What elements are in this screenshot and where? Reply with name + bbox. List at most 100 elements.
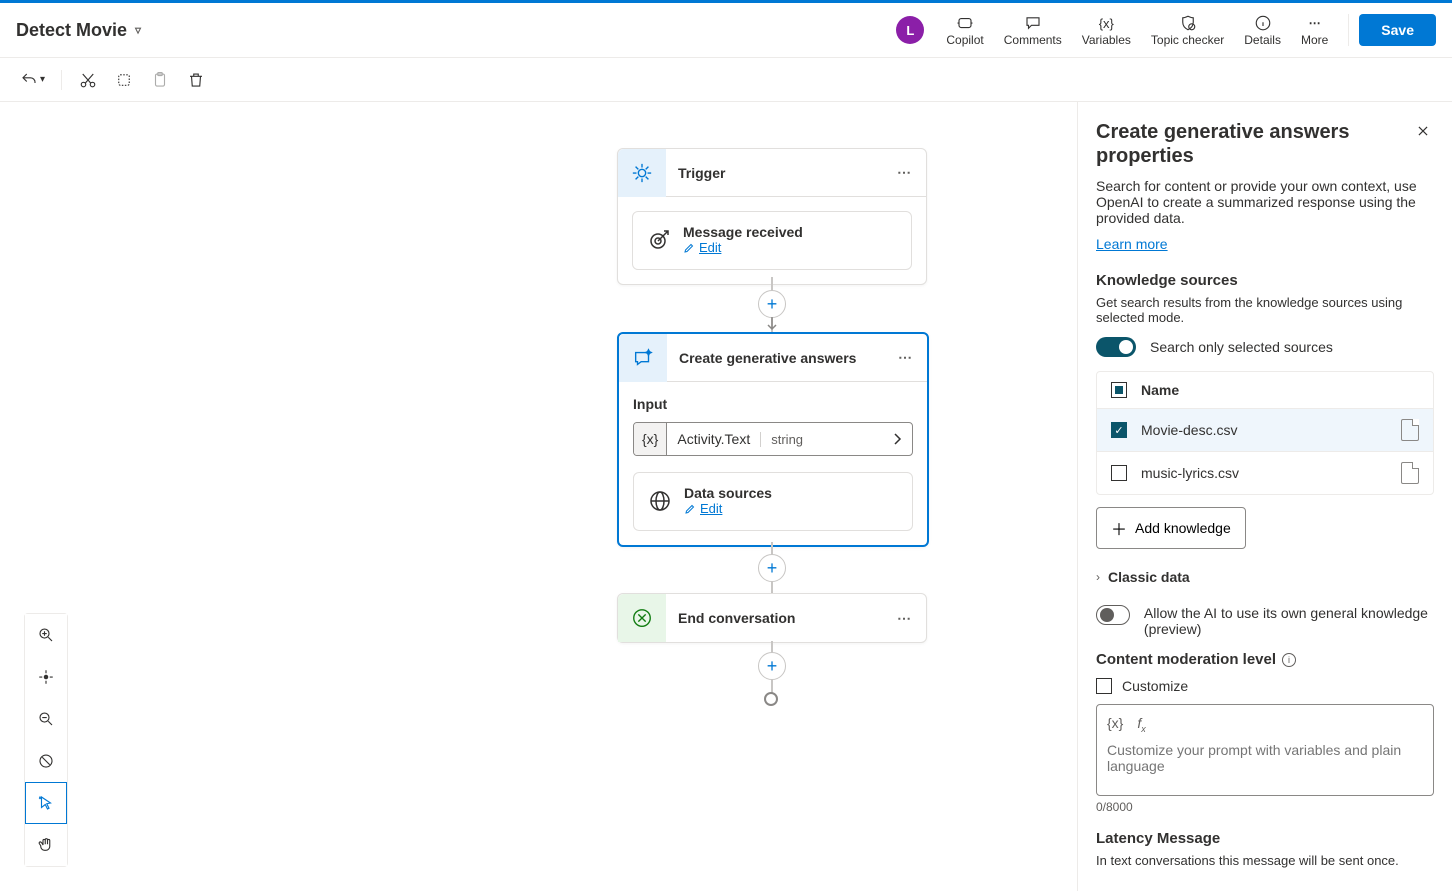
input-expand-button[interactable] bbox=[882, 432, 912, 446]
add-node-button-3[interactable]: + bbox=[758, 652, 786, 680]
input-label: Input bbox=[633, 396, 913, 412]
save-button[interactable]: Save bbox=[1359, 14, 1436, 46]
title-chevron-icon: ▿ bbox=[135, 23, 141, 37]
variable-name: Activity.Text bbox=[677, 431, 750, 447]
data-sources-card[interactable]: Data sources Edit bbox=[633, 472, 913, 531]
topic-checker-label: Topic checker bbox=[1151, 33, 1224, 47]
message-received-card[interactable]: Message received Edit bbox=[632, 211, 912, 270]
copilot-button[interactable]: Copilot bbox=[936, 9, 993, 51]
close-panel-button[interactable] bbox=[1412, 120, 1434, 142]
knowledge-sources-desc: Get search results from the knowledge so… bbox=[1096, 295, 1434, 325]
zoom-out-icon bbox=[37, 710, 55, 728]
zoom-in-icon bbox=[37, 626, 55, 644]
variables-button[interactable]: {x} Variables bbox=[1072, 9, 1141, 51]
zoom-fit-button[interactable] bbox=[25, 656, 67, 698]
chevron-right-icon bbox=[892, 432, 902, 446]
prompt-textarea[interactable] bbox=[1107, 742, 1423, 782]
end-more-button[interactable]: ⋯ bbox=[883, 610, 926, 627]
source-row[interactable]: Movie-desc.csv bbox=[1097, 408, 1433, 451]
end-conversation-node[interactable]: End conversation ⋯ bbox=[617, 593, 927, 643]
avatar[interactable]: L bbox=[896, 16, 924, 44]
zoom-reset-button[interactable] bbox=[25, 740, 67, 782]
page-title[interactable]: Detect Movie ▿ bbox=[16, 20, 141, 41]
more-button[interactable]: ⋯ More bbox=[1291, 9, 1338, 51]
source-checkbox[interactable] bbox=[1111, 422, 1127, 438]
classic-data-label: Classic data bbox=[1108, 569, 1190, 585]
variables-label: Variables bbox=[1082, 33, 1131, 47]
classic-data-toggle[interactable]: › Classic data bbox=[1096, 569, 1434, 585]
copilot-icon bbox=[955, 13, 975, 33]
trigger-more-button[interactable]: ⋯ bbox=[883, 164, 926, 181]
comments-icon bbox=[1023, 13, 1043, 33]
chevron-down-icon: ▾ bbox=[40, 74, 45, 85]
copy-icon bbox=[115, 71, 133, 89]
input-field[interactable]: {x} Activity.Text string bbox=[633, 422, 913, 456]
add-node-button-1[interactable]: + bbox=[758, 290, 786, 318]
reset-icon bbox=[37, 752, 55, 770]
comments-label: Comments bbox=[1004, 33, 1062, 47]
paste-button[interactable] bbox=[150, 70, 170, 90]
arrow-down-icon bbox=[766, 317, 778, 333]
variables-icon: {x} bbox=[1096, 13, 1116, 33]
details-button[interactable]: Details bbox=[1234, 9, 1291, 51]
data-sources-label: Data sources bbox=[684, 485, 898, 501]
properties-panel: Create generative answers properties Sea… bbox=[1077, 102, 1452, 891]
learn-more-link[interactable]: Learn more bbox=[1096, 236, 1168, 252]
trigger-edit-text: Edit bbox=[699, 240, 721, 255]
source-name: music-lyrics.csv bbox=[1141, 465, 1387, 481]
undo-icon bbox=[20, 71, 38, 89]
delete-icon bbox=[187, 71, 205, 89]
copy-button[interactable] bbox=[114, 70, 134, 90]
customize-label: Customize bbox=[1122, 678, 1188, 694]
select-all-checkbox[interactable] bbox=[1111, 382, 1127, 398]
knowledge-sources-heading: Knowledge sources bbox=[1096, 272, 1434, 289]
info-icon[interactable]: i bbox=[1282, 653, 1296, 667]
cut-button[interactable] bbox=[78, 70, 98, 90]
insert-formula-button[interactable]: fx bbox=[1137, 715, 1145, 734]
prompt-counter: 0/8000 bbox=[1096, 800, 1434, 814]
pencil-icon bbox=[684, 503, 696, 515]
title-text: Detect Movie bbox=[16, 20, 127, 41]
zoom-out-button[interactable] bbox=[25, 698, 67, 740]
hand-tool-button[interactable] bbox=[25, 824, 67, 866]
cursor-tool-button[interactable] bbox=[25, 782, 67, 824]
trigger-node[interactable]: Trigger ⋯ Message received Edit bbox=[617, 148, 927, 285]
end-terminal bbox=[764, 692, 778, 706]
add-node-button-2[interactable]: + bbox=[758, 554, 786, 582]
source-name: Movie-desc.csv bbox=[1141, 422, 1387, 438]
panel-title: Create generative answers properties bbox=[1096, 120, 1412, 168]
source-row[interactable]: music-lyrics.csv bbox=[1097, 451, 1433, 494]
latency-desc: In text conversations this message will … bbox=[1096, 853, 1434, 868]
message-received-label: Message received bbox=[683, 224, 897, 240]
trigger-icon bbox=[618, 149, 666, 197]
latency-heading: Latency Message bbox=[1096, 830, 1434, 847]
insert-variable-button[interactable]: {x} bbox=[1107, 715, 1123, 734]
generative-title: Create generative answers bbox=[667, 350, 884, 366]
canvas[interactable]: Trigger ⋯ Message received Edit bbox=[0, 102, 1077, 891]
customize-checkbox[interactable] bbox=[1096, 678, 1112, 694]
undo-button[interactable]: ▾ bbox=[20, 71, 45, 89]
search-selected-toggle[interactable] bbox=[1096, 337, 1136, 357]
end-icon bbox=[618, 594, 666, 642]
source-checkbox[interactable] bbox=[1111, 465, 1127, 481]
panel-description: Search for content or provide your own c… bbox=[1096, 178, 1434, 226]
locate-icon bbox=[37, 668, 55, 686]
trigger-edit-link[interactable]: Edit bbox=[683, 240, 721, 255]
allow-ai-toggle[interactable] bbox=[1096, 605, 1130, 625]
comments-button[interactable]: Comments bbox=[994, 9, 1072, 51]
data-sources-edit-text: Edit bbox=[700, 501, 722, 516]
data-sources-edit-link[interactable]: Edit bbox=[684, 501, 722, 516]
hand-icon bbox=[37, 836, 55, 854]
prompt-box[interactable]: {x} fx bbox=[1096, 704, 1434, 796]
topic-checker-icon bbox=[1178, 13, 1198, 33]
generative-icon bbox=[619, 334, 667, 382]
delete-button[interactable] bbox=[186, 70, 206, 90]
generative-more-button[interactable]: ⋯ bbox=[884, 349, 927, 366]
allow-ai-label: Allow the AI to use its own general know… bbox=[1144, 605, 1434, 637]
zoom-in-button[interactable] bbox=[25, 614, 67, 656]
globe-icon bbox=[648, 489, 672, 513]
generative-answers-node[interactable]: Create generative answers ⋯ Input {x} Ac… bbox=[617, 332, 929, 547]
topic-checker-button[interactable]: Topic checker bbox=[1141, 9, 1234, 51]
plus-icon: ＋ bbox=[1111, 516, 1127, 540]
add-knowledge-button[interactable]: ＋ Add knowledge bbox=[1096, 507, 1246, 549]
